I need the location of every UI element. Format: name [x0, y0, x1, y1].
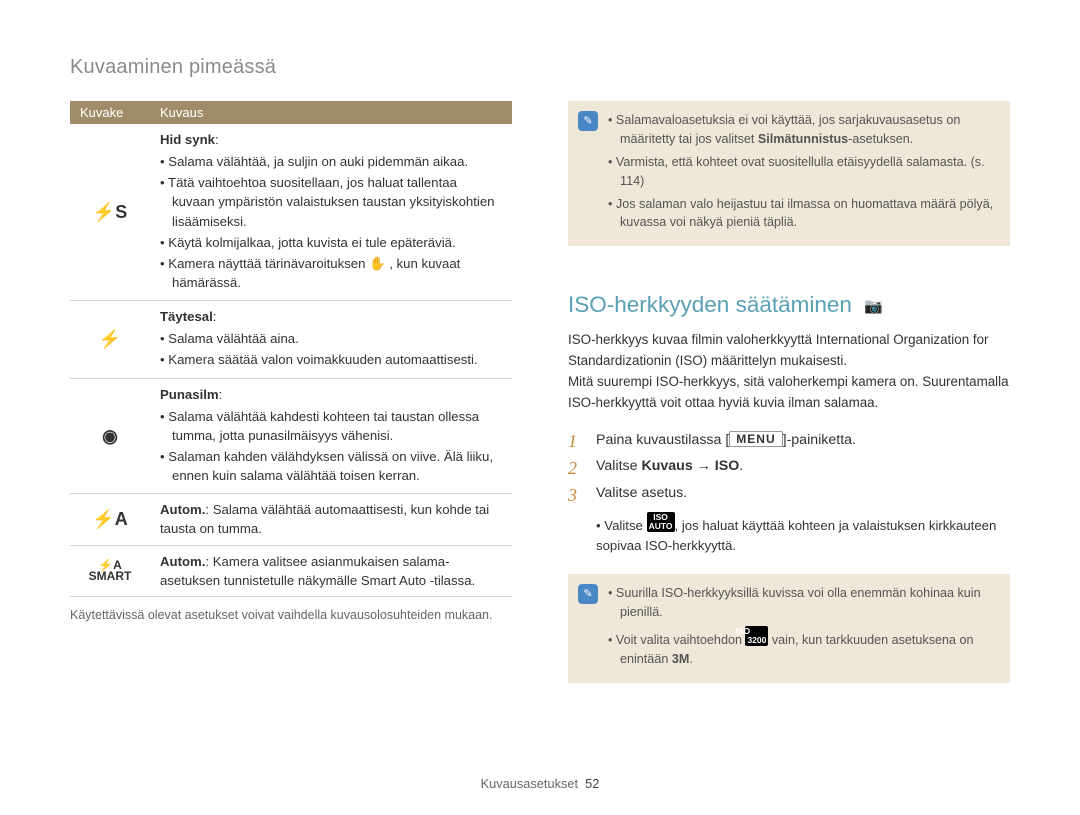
note-item: Salamavaloasetuksia ei voi käyttää, jos … [608, 111, 996, 149]
flash-smart-auto-icon: ⚡A SMART [70, 545, 150, 596]
step-number: 3 [568, 485, 586, 506]
row-bullet: Salama välähtää kahdesti kohteen tai tau… [160, 407, 502, 445]
table-row: ⚡A SMART Autom.: Kamera valitsee asianmu… [70, 545, 512, 596]
iso-auto-glyph: ISOAUTO [647, 512, 675, 532]
flash-red-eye-icon: ◉ [70, 378, 150, 494]
row-bullet: Kamera näyttää tärinävaroituksen ✋ , kun… [160, 254, 502, 292]
row-bullet: Salaman kahden välähdyksen välissä on vi… [160, 447, 502, 485]
note-item: Suurilla ISO-herkkyyksillä kuvissa voi o… [608, 584, 996, 622]
col-desc-header: Kuvaus [150, 101, 512, 124]
iso-3200-glyph: ISO3200 [745, 626, 768, 646]
camera-mode-icon: 📷 [864, 297, 883, 315]
row-label-bold: Autom. [160, 554, 205, 569]
note-item: Voit valita vaihtoehdon ISO3200 vain, ku… [608, 626, 996, 669]
row-label: Hid synk [160, 132, 215, 147]
step-3-substep: Valitse ISOAUTO, jos haluat käyttää koht… [596, 512, 1010, 556]
col-icon-header: Kuvake [70, 101, 150, 124]
flash-slow-sync-icon: ⚡S [70, 124, 150, 301]
row-bullet: Kamera säätää valon voimakkuuden automaa… [160, 350, 502, 369]
table-row: ⚡S Hid synk: Salama välähtää, ja suljin … [70, 124, 512, 301]
row-bullet: Salama välähtää aina. [160, 329, 502, 348]
row-bullet: Salama välähtää, ja suljin on auki pidem… [160, 152, 502, 171]
note-item: Jos salaman valo heijastuu tai ilmassa o… [608, 195, 996, 233]
left-footnote: Käytettävissä olevat asetukset voivat va… [70, 607, 512, 625]
note-box: ✎ Suurilla ISO-herkkyyksillä kuvissa voi… [568, 574, 1010, 683]
note-box: ✎ Salamavaloasetuksia ei voi käyttää, jo… [568, 101, 1010, 246]
page-title: Kuvaaminen pimeässä [70, 56, 1010, 79]
row-label: Punasilm [160, 387, 219, 402]
step-2: 2 Valitse Kuvaus → ISO. [568, 458, 1010, 479]
note-icon: ✎ [578, 584, 598, 604]
table-row: ◉ Punasilm: Salama välähtää kahdesti koh… [70, 378, 512, 494]
table-row: ⚡ Täytesal: Salama välähtää aina. Kamera… [70, 301, 512, 378]
step-3: 3 Valitse asetus. [568, 485, 1010, 506]
row-bullet: Tätä vaihtoehtoa suositellaan, jos halua… [160, 173, 502, 230]
flash-fill-icon: ⚡ [70, 301, 150, 378]
step-number: 2 [568, 458, 586, 479]
row-label: Täytesal [160, 309, 213, 324]
menu-button-glyph: MENU [729, 431, 782, 447]
step-1: 1 Paina kuvaustilassa [MENU]-painiketta. [568, 431, 1010, 452]
section-prose: ISO-herkkyys kuvaa filmin valoherkkyyttä… [568, 330, 1010, 413]
page-footer: Kuvausasetukset 52 [0, 776, 1080, 791]
section-heading: ISO-herkkyyden säätäminen 📷 [568, 292, 1010, 318]
table-row: ⚡A Autom.: Salama välähtää automaattises… [70, 494, 512, 545]
row-bullet: Käytä kolmijalkaa, jotta kuvista ei tule… [160, 233, 502, 252]
note-item: Varmista, että kohteet ovat suositellull… [608, 153, 996, 191]
flash-options-table: Kuvake Kuvaus ⚡S Hid synk: Salama väläht… [70, 101, 512, 597]
flash-auto-icon: ⚡A [70, 494, 150, 545]
step-number: 1 [568, 431, 586, 452]
row-label-bold: Autom. [160, 502, 205, 517]
note-icon: ✎ [578, 111, 598, 131]
